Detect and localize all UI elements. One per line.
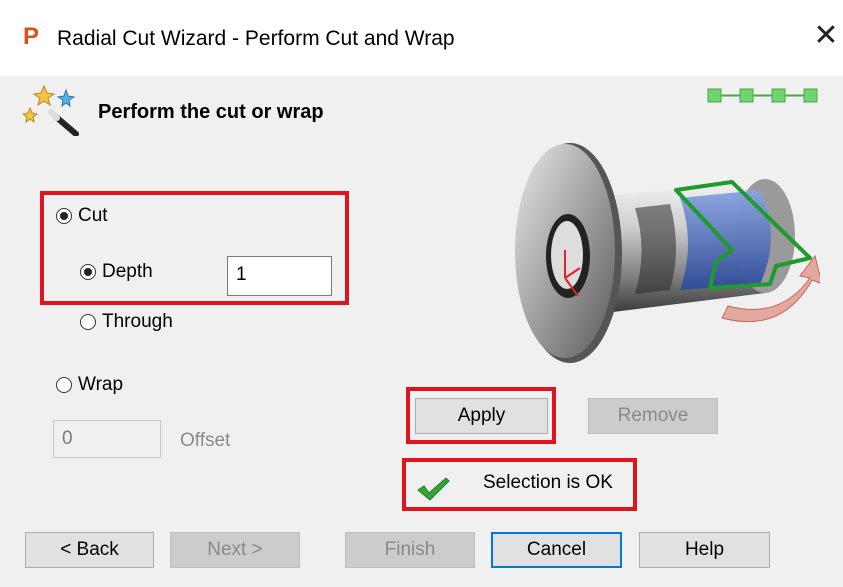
page-heading: Perform the cut or wrap bbox=[98, 101, 324, 123]
offset-label: Offset bbox=[180, 430, 231, 451]
finish-button[interactable]: Finish bbox=[345, 532, 475, 568]
offset-input[interactable]: 0 bbox=[53, 420, 161, 458]
window-title: Radial Cut Wizard - Perform Cut and Wrap bbox=[57, 27, 455, 50]
selection-status-highlight bbox=[402, 458, 637, 511]
wizard-step-indicator bbox=[707, 88, 818, 103]
cut-options-highlight bbox=[40, 191, 349, 305]
part-preview-image bbox=[515, 143, 820, 363]
title-bar: P Radial Cut Wizard - Perform Cut and Wr… bbox=[0, 0, 843, 76]
help-button[interactable]: Help bbox=[639, 532, 770, 568]
next-button[interactable]: Next > bbox=[170, 532, 300, 568]
wizard-wand-icon bbox=[22, 84, 79, 136]
cancel-button[interactable]: Cancel bbox=[491, 532, 622, 568]
radial-cut-wizard-dialog: P Radial Cut Wizard - Perform Cut and Wr… bbox=[0, 0, 843, 587]
wrap-radio[interactable]: Wrap bbox=[56, 374, 123, 396]
wrap-radio-dot bbox=[56, 377, 72, 393]
through-radio-dot bbox=[80, 314, 96, 330]
through-radio[interactable]: Through bbox=[80, 311, 173, 333]
through-label: Through bbox=[102, 311, 173, 332]
apply-highlight bbox=[406, 387, 556, 444]
app-logo-icon: P bbox=[23, 23, 40, 50]
close-icon[interactable]: ✕ bbox=[812, 20, 840, 52]
wrap-label: Wrap bbox=[78, 374, 124, 395]
remove-button[interactable]: Remove bbox=[588, 398, 718, 434]
back-button[interactable]: < Back bbox=[25, 532, 154, 568]
